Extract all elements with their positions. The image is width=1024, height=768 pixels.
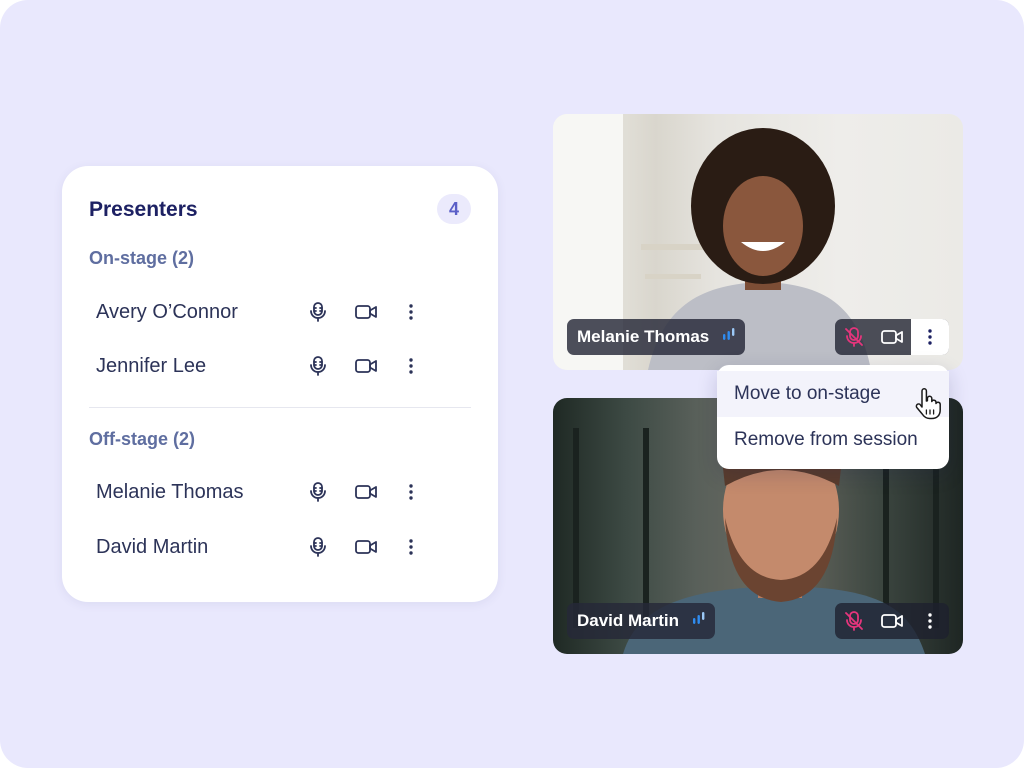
mic-icon[interactable] xyxy=(306,300,330,324)
presenter-count-badge: 4 xyxy=(437,194,471,224)
presenter-row: Avery O’Connor xyxy=(96,292,476,332)
camera-icon[interactable] xyxy=(354,300,378,324)
mic-muted-icon[interactable] xyxy=(835,319,873,355)
more-vertical-icon[interactable] xyxy=(399,535,423,559)
mic-icon[interactable] xyxy=(306,354,330,378)
presenters-panel: Presenters 4 On-stage (2) Avery O’Connor… xyxy=(62,166,498,602)
section-divider xyxy=(89,407,471,408)
more-vertical-icon[interactable] xyxy=(399,480,423,504)
speaking-indicator-icon xyxy=(693,611,705,631)
camera-icon[interactable] xyxy=(354,535,378,559)
more-vertical-icon[interactable] xyxy=(399,300,423,324)
participant-name: David Martin xyxy=(577,611,680,630)
mic-muted-icon[interactable] xyxy=(835,603,873,639)
mic-icon[interactable] xyxy=(306,535,330,559)
camera-icon[interactable] xyxy=(354,354,378,378)
mic-icon[interactable] xyxy=(306,480,330,504)
presenter-row: David Martin xyxy=(96,527,476,567)
panel-title: Presenters xyxy=(89,198,198,221)
participant-name-chip: Melanie Thomas xyxy=(567,319,746,355)
camera-icon[interactable] xyxy=(873,319,911,355)
section-label-on-stage: On-stage (2) xyxy=(89,248,195,268)
hand-pointer-cursor-icon xyxy=(914,388,942,425)
section-label-off-stage: Off-stage (2) xyxy=(89,429,196,449)
video-tile-melanie[interactable]: Melanie Thomas xyxy=(553,114,963,370)
speaking-indicator-icon xyxy=(723,327,735,347)
more-vertical-icon[interactable] xyxy=(399,354,423,378)
participant-name: Melanie Thomas xyxy=(577,327,710,346)
more-vertical-icon[interactable] xyxy=(911,319,949,355)
camera-icon[interactable] xyxy=(873,603,911,639)
presenter-row: Jennifer Lee xyxy=(96,346,476,386)
participant-name-chip: David Martin xyxy=(567,603,716,639)
presenter-row: Melanie Thomas xyxy=(96,472,476,512)
more-vertical-icon[interactable] xyxy=(911,603,949,639)
tile-controls xyxy=(835,319,949,355)
camera-icon[interactable] xyxy=(354,480,378,504)
tile-controls xyxy=(835,603,949,639)
